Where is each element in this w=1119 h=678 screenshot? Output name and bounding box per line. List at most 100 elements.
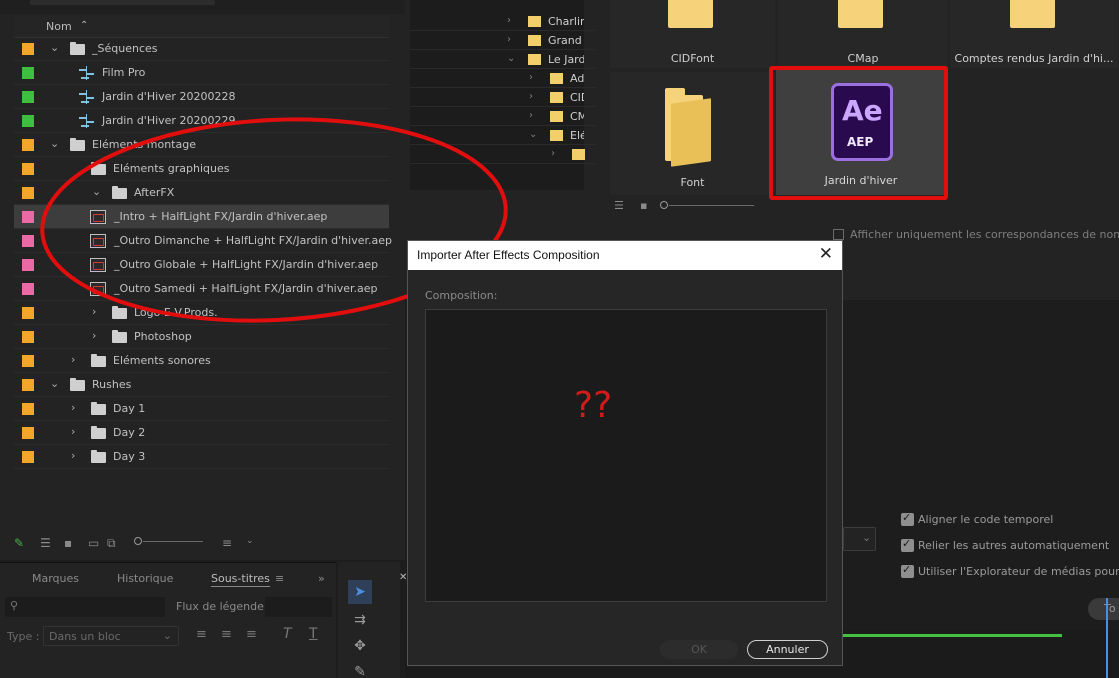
chevron-right-icon[interactable]: › xyxy=(529,91,533,102)
project-item-sequence[interactable]: Jardin d'Hiver 20200229 xyxy=(14,109,389,133)
chevron-down-icon[interactable]: ⌄ xyxy=(50,377,59,390)
option-auto-link[interactable]: Relier les autres automatiquement xyxy=(901,537,1119,555)
chevron-down-icon[interactable]: ⌄ xyxy=(507,53,515,64)
chevron-down-icon[interactable]: ⌄ xyxy=(50,137,59,150)
chevron-right-icon[interactable]: › xyxy=(507,15,511,26)
tab-historique[interactable]: Historique xyxy=(117,572,173,585)
panel-menu-icon[interactable]: ≡ xyxy=(275,572,284,585)
project-search-field[interactable] xyxy=(30,0,215,5)
checkbox-checked[interactable] xyxy=(901,563,914,578)
close-icon[interactable]: ✕ xyxy=(819,244,833,264)
checkbox-checked[interactable] xyxy=(901,537,914,552)
icon-view-icon[interactable]: ▪ xyxy=(64,536,78,550)
tile-comptes-rendus[interactable]: Comptes rendus Jardin d'hi... xyxy=(950,0,1118,68)
caption-search-input[interactable]: ⚲ xyxy=(5,597,165,617)
label-color-swatch[interactable] xyxy=(22,307,34,319)
slider-handle[interactable] xyxy=(134,537,142,545)
project-item-aep[interactable]: _Intro + HalfLight FX/Jardin d'hiver.aep xyxy=(14,205,389,229)
label-color-swatch[interactable] xyxy=(22,67,34,79)
option-use-media-browser[interactable]: Utiliser l'Explorateur de médias pour lo… xyxy=(901,563,1119,581)
ripple-edit-tool-icon[interactable]: ✥ xyxy=(348,634,372,658)
composition-list[interactable]: ?? xyxy=(425,309,827,602)
razor-tool-icon[interactable]: ✎ xyxy=(348,660,372,678)
chevron-down-icon[interactable]: ⌄ xyxy=(92,185,101,198)
label-color-swatch[interactable] xyxy=(22,235,34,247)
tout-button[interactable]: To xyxy=(1088,598,1119,620)
list-view-icon[interactable]: ☰ xyxy=(614,199,624,212)
project-folder[interactable]: ⌄ Rushes xyxy=(14,373,389,397)
project-item-aep[interactable]: _Outro Dimanche + HalfLight FX/Jardin d'… xyxy=(14,229,392,253)
project-folder[interactable]: ⌄ AfterFX xyxy=(14,181,389,205)
label-color-swatch[interactable] xyxy=(22,139,34,151)
panel-overflow-icon[interactable]: » xyxy=(318,572,325,585)
type-dropdown[interactable]: Dans un bloc ⌄ xyxy=(43,626,179,646)
ok-button[interactable]: OK xyxy=(660,640,738,659)
browser-folder[interactable]: ⌄ Elém xyxy=(410,126,596,145)
browser-folder[interactable]: › xyxy=(410,145,596,164)
caption-stream-field[interactable] xyxy=(265,597,332,617)
project-folder[interactable]: › Day 1 xyxy=(14,397,389,421)
label-color-swatch[interactable] xyxy=(22,43,34,55)
pencil-icon[interactable]: ✎ xyxy=(14,536,28,550)
label-color-swatch[interactable] xyxy=(22,211,34,223)
browser-folder[interactable]: › Adob xyxy=(410,69,596,88)
label-color-swatch[interactable] xyxy=(22,331,34,343)
label-color-swatch[interactable] xyxy=(22,91,34,103)
label-color-swatch[interactable] xyxy=(22,451,34,463)
chevron-right-icon[interactable]: › xyxy=(551,148,555,159)
chevron-down-icon[interactable]: ⌄ xyxy=(529,129,537,140)
icon-view-icon[interactable]: ▪ xyxy=(640,199,647,212)
tile-font[interactable]: Font xyxy=(610,72,775,195)
column-header[interactable]: Nom ⌃ xyxy=(14,16,389,38)
project-folder[interactable]: › Eléments sonores xyxy=(14,349,389,373)
chevron-right-icon[interactable]: › xyxy=(507,34,511,45)
chevron-right-icon[interactable]: › xyxy=(529,110,533,121)
slider-handle[interactable] xyxy=(660,201,668,209)
project-folder[interactable]: ⌄ _Séquences xyxy=(14,37,389,61)
chevron-down-icon[interactable]: ⌄ xyxy=(50,41,59,54)
align-left-icon[interactable]: ≡ xyxy=(196,627,207,642)
italic-icon[interactable]: T xyxy=(283,626,292,642)
project-item-aep[interactable]: _Outro Globale + HalfLight FX/Jardin d'h… xyxy=(14,253,389,277)
project-folder[interactable]: Eléments graphiques xyxy=(14,157,389,181)
checkbox-checked[interactable] xyxy=(901,511,914,526)
chevron-right-icon[interactable]: › xyxy=(71,449,75,462)
chevron-right-icon[interactable]: › xyxy=(71,353,75,366)
project-folder[interactable]: ⌄ Eléments montage xyxy=(14,133,389,157)
tab-sous-titres[interactable]: Sous-titres xyxy=(211,572,270,587)
label-color-swatch[interactable] xyxy=(22,115,34,127)
cancel-button[interactable]: Annuler xyxy=(747,640,828,659)
align-center-icon[interactable]: ≡ xyxy=(221,627,232,642)
thumbnail-size-slider[interactable] xyxy=(669,205,754,206)
chevron-right-icon[interactable]: › xyxy=(71,425,75,438)
chevron-right-icon[interactable]: › xyxy=(529,72,533,83)
project-folder[interactable]: › Logo E.V.Prods. xyxy=(14,301,389,325)
project-item-aep[interactable]: _Outro Samedi + HalfLight FX/Jardin d'hi… xyxy=(14,277,389,301)
project-folder[interactable]: › Photoshop xyxy=(14,325,389,349)
label-color-swatch[interactable] xyxy=(22,427,34,439)
tile-cmap[interactable]: CMap xyxy=(778,0,948,68)
label-color-swatch[interactable] xyxy=(22,283,34,295)
underline-icon[interactable]: T xyxy=(309,626,318,642)
track-select-tool-icon[interactable]: ⇉ xyxy=(348,608,372,632)
project-folder[interactable]: › Day 3 xyxy=(14,445,389,469)
browser-folder[interactable]: › Charline C xyxy=(410,12,596,31)
sort-icon[interactable]: ≡ xyxy=(222,536,236,550)
label-color-swatch[interactable] xyxy=(22,259,34,271)
project-item-sequence[interactable]: Jardin d'Hiver 20200228 xyxy=(14,85,389,109)
freeform-view-icon[interactable]: ▭ xyxy=(88,536,102,550)
stack-view-icon[interactable]: ⧉ xyxy=(107,536,121,550)
chevron-down-icon[interactable]: ⌄ xyxy=(246,536,260,548)
browser-folder[interactable]: › Grand Ga xyxy=(410,31,596,50)
browser-folder[interactable]: ⌄ Le Jardin xyxy=(410,50,596,69)
label-color-swatch[interactable] xyxy=(22,355,34,367)
selection-tool-icon[interactable]: ➤ xyxy=(348,580,372,604)
tab-marques[interactable]: Marques xyxy=(32,572,79,585)
list-view-icon[interactable]: ☰ xyxy=(40,536,54,550)
browser-folder[interactable]: › CIDF xyxy=(410,88,596,107)
sort-ascending-icon[interactable]: ⌃ xyxy=(80,20,88,31)
label-color-swatch[interactable] xyxy=(22,379,34,391)
playhead-line[interactable] xyxy=(1106,598,1108,678)
label-color-swatch[interactable] xyxy=(22,187,34,199)
project-item-sequence[interactable]: Film Pro xyxy=(14,61,389,85)
